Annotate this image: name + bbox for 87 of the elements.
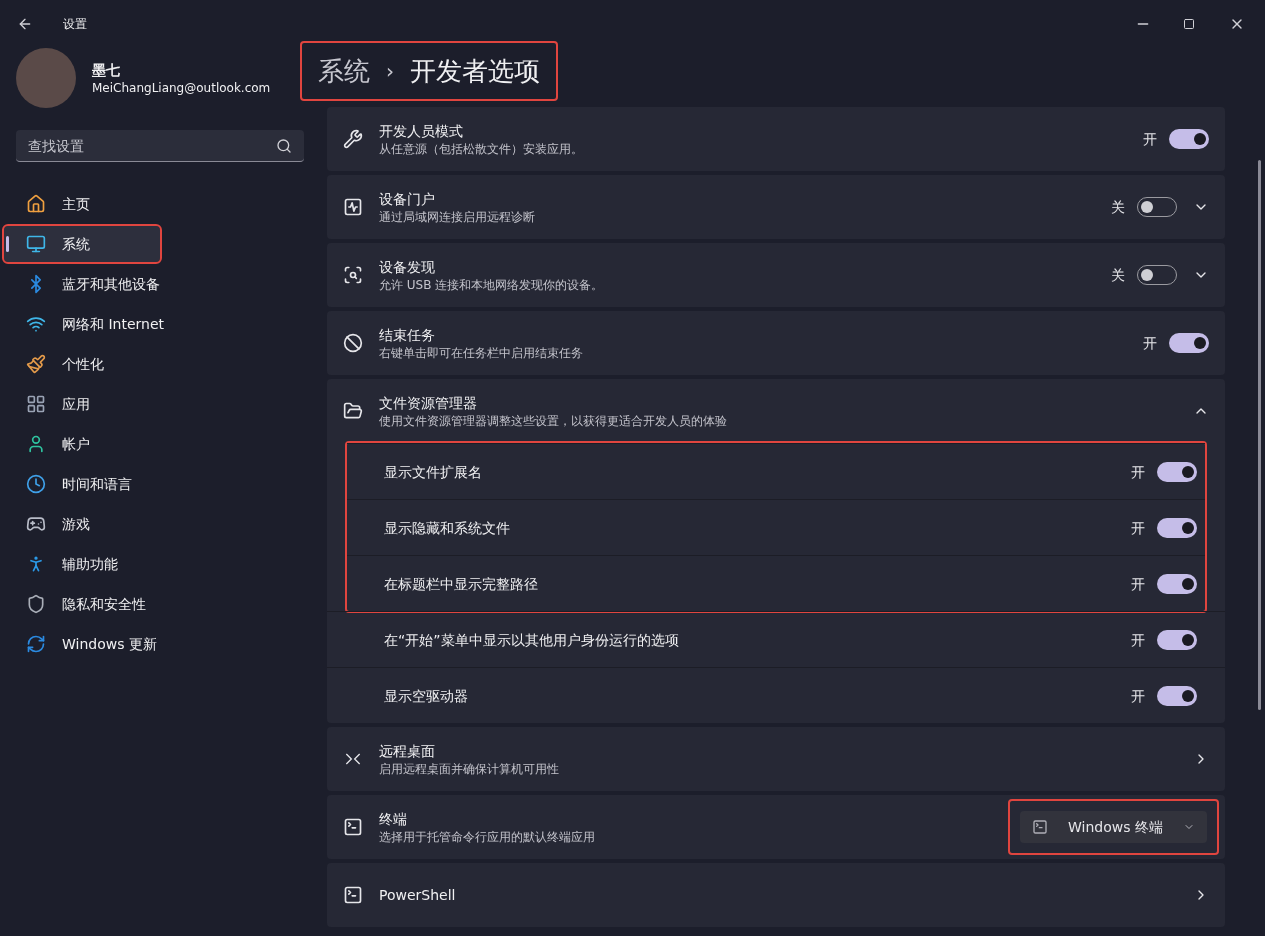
toggle-state: 开 xyxy=(1131,462,1145,482)
toggle-switch[interactable] xyxy=(1157,685,1197,706)
setting-card[interactable]: PowerShell xyxy=(327,863,1225,927)
nav-item[interactable]: 时间和语言 xyxy=(16,466,304,502)
nav-item[interactable]: 游戏 xyxy=(16,506,304,542)
selection-indicator xyxy=(6,236,9,252)
privacy-icon xyxy=(26,594,46,614)
network-icon xyxy=(26,314,46,334)
account-name: 墨七 xyxy=(92,61,121,80)
system-icon xyxy=(26,234,46,254)
apps-icon xyxy=(26,394,46,414)
nav-item[interactable]: 帐户 xyxy=(16,426,304,462)
breadcrumb-separator: › xyxy=(386,58,394,85)
toggle-state: 关 xyxy=(1111,266,1125,285)
setting-title: 在标题栏中显示完整路径 xyxy=(384,574,539,594)
setting-title: PowerShell xyxy=(379,886,457,905)
setting-card[interactable]: 结束任务 右键单击即可在任务栏中启用结束任务 开 xyxy=(327,311,1225,375)
personalize-icon xyxy=(26,354,46,374)
nav-item[interactable]: 蓝牙和其他设备 xyxy=(16,266,304,302)
setting-card[interactable]: 远程桌面 启用远程桌面并确保计算机可用性 xyxy=(327,727,1225,791)
setting-description: 使用文件资源管理器调整这些设置，以获得更适合开发人员的体验 xyxy=(379,413,728,429)
nav-item[interactable]: 应用 xyxy=(16,386,304,422)
toggle-state: 开 xyxy=(1131,686,1145,706)
scan-search-icon xyxy=(343,265,363,285)
search-icon xyxy=(276,138,292,154)
setting-card[interactable]: 设备发现 允许 USB 连接和本地网络发现你的设备。 关 xyxy=(327,243,1225,307)
setting-title: 显示文件扩展名 xyxy=(384,462,483,482)
toggle-state: 开 xyxy=(1131,518,1145,538)
toggle-state: 开 xyxy=(1143,130,1157,149)
toggle-switch[interactable] xyxy=(1169,333,1209,353)
setting-title: 终端 xyxy=(379,810,408,829)
account-email: MeiChangLiang@outlook.com xyxy=(92,80,271,96)
nav-item[interactable]: 网络和 Internet xyxy=(16,306,304,342)
setting-title: 显示空驱动器 xyxy=(384,686,469,706)
nav-item[interactable]: 辅助功能 xyxy=(16,546,304,582)
setting-card[interactable]: 终端 选择用于托管命令行应用的默认终端应用 Windows 终端 xyxy=(327,795,1225,859)
toggle-state: 开 xyxy=(1131,630,1145,650)
breadcrumb-parent[interactable]: 系统 xyxy=(318,51,370,91)
toggle-state: 关 xyxy=(1111,198,1125,217)
setting-title: 设备门户 xyxy=(379,190,436,209)
setting-title: 结束任务 xyxy=(379,326,436,345)
accounts-icon xyxy=(26,434,46,454)
nav-item[interactable]: 隐私和安全性 xyxy=(16,586,304,622)
terminal-icon xyxy=(343,885,363,905)
ban-icon xyxy=(343,333,363,353)
setting-title: 显示隐藏和系统文件 xyxy=(384,518,511,538)
setting-description: 右键单击即可在任务栏中启用结束任务 xyxy=(379,345,584,361)
toggle-state: 开 xyxy=(1143,334,1157,353)
setting-description: 从任意源（包括松散文件）安装应用。 xyxy=(379,141,584,157)
setting-description: 通过局域网连接启用远程诊断 xyxy=(379,209,536,225)
toggle-switch[interactable] xyxy=(1157,629,1197,650)
setting-title: 设备发现 xyxy=(379,258,436,277)
setting-title: 文件资源管理器 xyxy=(379,394,478,413)
setting-card[interactable]: 设备门户 通过局域网连接启用远程诊断 关 xyxy=(327,175,1225,239)
time-icon xyxy=(26,474,46,494)
back-icon[interactable] xyxy=(17,16,33,32)
toggle-switch[interactable] xyxy=(1157,517,1197,538)
terminal-icon xyxy=(1032,819,1049,835)
breadcrumb-current: 开发者选项 xyxy=(410,54,540,88)
nav-item[interactable]: Windows 更新 xyxy=(16,626,304,662)
nav-item[interactable]: 系统 xyxy=(4,226,160,262)
setting-title: 开发人员模式 xyxy=(379,122,464,141)
toggle-switch[interactable] xyxy=(1157,461,1197,482)
update-icon xyxy=(26,634,46,654)
home-icon xyxy=(26,194,46,214)
setting-description: 允许 USB 连接和本地网络发现你的设备。 xyxy=(379,277,605,293)
toggle-state: 开 xyxy=(1131,574,1145,594)
window-title: 设置 xyxy=(63,16,87,32)
nav-item[interactable]: 主页 xyxy=(16,186,304,222)
scrollbar-thumb[interactable] xyxy=(1258,160,1261,710)
maximize-icon[interactable] xyxy=(1183,18,1195,30)
setting-title: 远程桌面 xyxy=(379,742,436,761)
setting-description: 选择用于托管命令行应用的默认终端应用 xyxy=(379,829,596,845)
terminal-icon xyxy=(343,817,363,837)
wrench-icon xyxy=(343,129,363,149)
toggle-switch[interactable] xyxy=(1157,573,1197,594)
toggle-switch[interactable] xyxy=(1169,129,1209,149)
search-field[interactable]: 查找设置 xyxy=(16,130,304,162)
avatar xyxy=(16,48,76,108)
nav-item[interactable]: 个性化 xyxy=(16,346,304,382)
setting-title: 在“开始”菜单中显示以其他用户身份运行的选项 xyxy=(384,630,680,650)
setting-description: 启用远程桌面并确保计算机可用性 xyxy=(379,761,560,777)
terminal-dropdown[interactable]: Windows 终端 xyxy=(1020,811,1207,843)
setting-card[interactable]: 开发人员模式 从任意源（包括松散文件）安装应用。 开 xyxy=(327,107,1225,171)
gaming-icon xyxy=(26,514,46,534)
pulse-icon xyxy=(343,197,363,217)
folder-icon xyxy=(343,401,363,421)
